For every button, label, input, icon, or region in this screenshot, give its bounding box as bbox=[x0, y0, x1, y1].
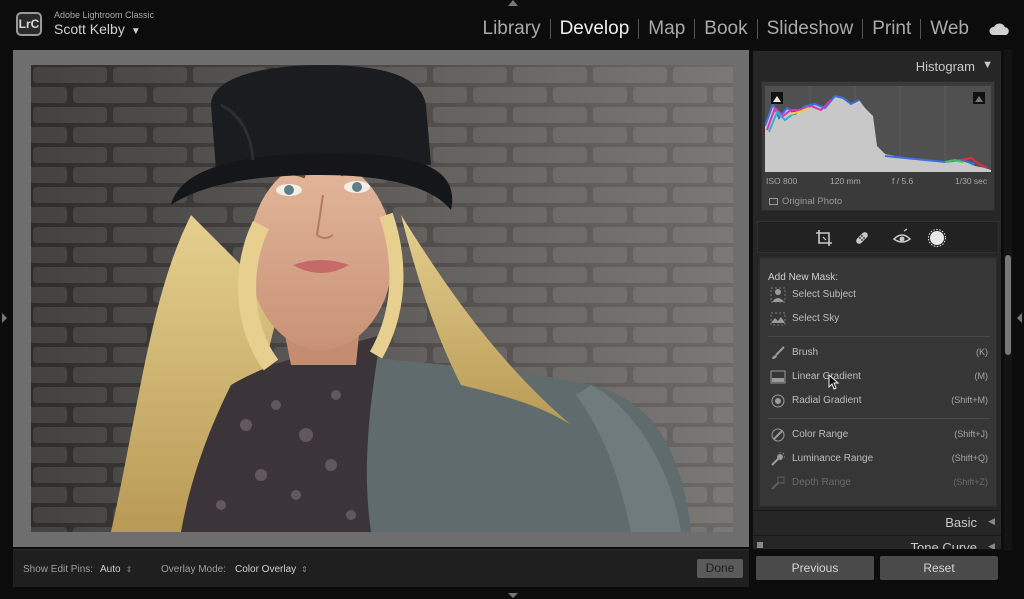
histogram-title: Histogram bbox=[915, 59, 975, 74]
healing-icon[interactable] bbox=[852, 228, 872, 248]
color-range-icon bbox=[771, 428, 785, 442]
mask-linear-gradient[interactable]: Linear Gradient (M) bbox=[760, 366, 996, 390]
mask-depth-range[interactable]: Depth Range (Shift+Z) bbox=[760, 472, 996, 494]
histogram-panel[interactable]: ISO 800 120 mm f / 5.6 1/30 sec Original… bbox=[761, 81, 995, 211]
mask-item-shortcut: (M) bbox=[974, 371, 989, 381]
histogram-header[interactable]: Histogram ▼ bbox=[753, 51, 1001, 77]
mask-select-subject[interactable]: Select Subject bbox=[760, 284, 996, 306]
right-panel-buttons: Previous Reset bbox=[752, 554, 1002, 584]
right-panel: Histogram ▼ ISO 800 120 mm f / 5.6 1/30 … bbox=[752, 50, 1002, 550]
linear-gradient-icon bbox=[770, 370, 786, 384]
mask-item-shortcut: (Shift+Q) bbox=[951, 453, 988, 463]
mask-item-label: Linear Gradient bbox=[792, 371, 861, 382]
overlay-mode-select[interactable]: Color Overlay ⇕ bbox=[235, 564, 308, 575]
mask-item-label: Luminance Range bbox=[792, 453, 874, 464]
shadow-clipping-icon[interactable] bbox=[771, 92, 783, 104]
user-name: Scott Kelby bbox=[54, 21, 125, 37]
luminance-range-icon bbox=[771, 452, 785, 466]
collapse-triangle-icon[interactable]: ◀ bbox=[988, 516, 995, 527]
mask-divider bbox=[768, 418, 990, 419]
mask-color-range[interactable]: Color Range (Shift+J) bbox=[760, 424, 996, 446]
mask-item-shortcut: (Shift+Z) bbox=[953, 477, 988, 487]
module-picker: Library Develop Map Book Slideshow Print… bbox=[474, 18, 979, 40]
mask-item-label: Select Subject bbox=[792, 289, 856, 300]
show-edit-pins-label: Show Edit Pins: bbox=[23, 564, 94, 575]
right-panel-toggle-icon[interactable] bbox=[1017, 313, 1022, 323]
portrait-photo bbox=[31, 65, 733, 532]
right-panel-scrollbar[interactable] bbox=[1005, 255, 1011, 355]
person-icon bbox=[770, 287, 786, 303]
mask-item-label: Radial Gradient bbox=[792, 395, 862, 406]
add-new-mask-panel: Add New Mask: Select Subject Select Sky … bbox=[759, 257, 997, 507]
mouse-cursor-icon bbox=[828, 374, 840, 390]
basic-panel-header[interactable]: Basic ◀ bbox=[753, 510, 1001, 532]
mask-item-shortcut: (K) bbox=[976, 347, 988, 357]
lrc-logo: LrC bbox=[16, 12, 42, 36]
masking-icon[interactable] bbox=[927, 228, 947, 248]
overlay-mode-value: Color Overlay bbox=[235, 564, 297, 575]
app-name: Adobe Lightroom Classic bbox=[54, 10, 155, 20]
mask-item-shortcut: (Shift+M) bbox=[951, 395, 988, 405]
overlay-mode-label: Overlay Mode: bbox=[161, 564, 227, 575]
histogram-curve bbox=[764, 86, 991, 172]
original-photo-label: Original Photo bbox=[782, 196, 843, 207]
iso-readout: ISO 800 bbox=[766, 176, 798, 186]
module-web[interactable]: Web bbox=[921, 18, 978, 40]
mask-select-sky[interactable]: Select Sky bbox=[760, 308, 996, 330]
module-print[interactable]: Print bbox=[863, 18, 920, 40]
red-eye-icon[interactable] bbox=[892, 228, 912, 248]
basic-panel-title: Basic bbox=[945, 515, 977, 530]
module-library[interactable]: Library bbox=[474, 18, 550, 40]
mask-item-shortcut: (Shift+J) bbox=[954, 429, 988, 439]
original-photo-toggle[interactable]: Original Photo bbox=[769, 196, 842, 207]
tone-curve-panel-header[interactable]: Tone Curve ◀ bbox=[753, 535, 1001, 550]
module-map[interactable]: Map bbox=[639, 18, 694, 40]
tone-curve-panel-title: Tone Curve bbox=[910, 540, 977, 550]
mask-radial-gradient[interactable]: Radial Gradient (Shift+M) bbox=[760, 390, 996, 412]
shutter-readout: 1/30 sec bbox=[955, 176, 988, 186]
chevron-down-icon[interactable]: ▼ bbox=[131, 26, 141, 37]
mask-brush[interactable]: Brush (K) bbox=[760, 342, 996, 364]
filmstrip-toggle-icon[interactable] bbox=[508, 593, 518, 598]
cloud-icon[interactable] bbox=[988, 23, 1010, 35]
focal-length-readout: 120 mm bbox=[830, 176, 861, 186]
mask-luminance-range[interactable]: Luminance Range (Shift+Q) bbox=[760, 448, 996, 470]
previous-button[interactable]: Previous bbox=[756, 556, 874, 580]
identity-plate[interactable]: Scott Kelby ▼ bbox=[54, 21, 141, 37]
collapse-triangle-icon[interactable]: ▼ bbox=[982, 59, 993, 71]
panel-switch-icon[interactable] bbox=[757, 542, 763, 548]
sky-icon bbox=[770, 312, 786, 326]
develop-toolbar: Show Edit Pins: Auto ⇕ Overlay Mode: Colo… bbox=[13, 549, 749, 587]
module-develop[interactable]: Develop bbox=[551, 18, 639, 40]
radial-gradient-icon bbox=[771, 394, 785, 408]
mask-item-label: Color Range bbox=[792, 429, 849, 440]
histogram-graph[interactable] bbox=[764, 86, 991, 172]
module-book[interactable]: Book bbox=[695, 18, 756, 40]
done-button[interactable]: Done bbox=[697, 559, 743, 578]
highlight-clipping-icon[interactable] bbox=[973, 92, 985, 104]
collapse-triangle-icon[interactable]: ◀ bbox=[988, 541, 995, 549]
brush-icon bbox=[772, 346, 785, 359]
mask-item-label: Select Sky bbox=[792, 313, 840, 324]
chevron-updown-icon: ⇕ bbox=[301, 565, 308, 574]
checkbox-icon[interactable] bbox=[769, 198, 778, 205]
photo-preview[interactable] bbox=[31, 65, 733, 532]
depth-range-icon bbox=[771, 476, 785, 490]
aperture-readout: f / 5.6 bbox=[892, 176, 914, 186]
show-edit-pins-select[interactable]: Auto ⇕ bbox=[100, 564, 132, 575]
top-panel-toggle-icon[interactable] bbox=[508, 0, 518, 6]
mask-item-label: Depth Range bbox=[792, 477, 851, 488]
reset-button[interactable]: Reset bbox=[880, 556, 998, 580]
mask-item-label: Brush bbox=[792, 347, 819, 358]
show-edit-pins-value: Auto bbox=[100, 564, 121, 575]
add-new-mask-heading: Add New Mask: bbox=[768, 272, 839, 283]
tool-strip bbox=[757, 221, 999, 253]
crop-icon[interactable] bbox=[814, 228, 834, 248]
top-bar: LrC Adobe Lightroom Classic Scott Kelby ▼… bbox=[0, 0, 1024, 48]
module-slideshow[interactable]: Slideshow bbox=[758, 18, 863, 40]
image-canvas[interactable] bbox=[13, 50, 749, 547]
mask-divider bbox=[768, 336, 990, 337]
left-panel-toggle-icon[interactable] bbox=[2, 313, 7, 323]
chevron-updown-icon: ⇕ bbox=[125, 565, 133, 574]
